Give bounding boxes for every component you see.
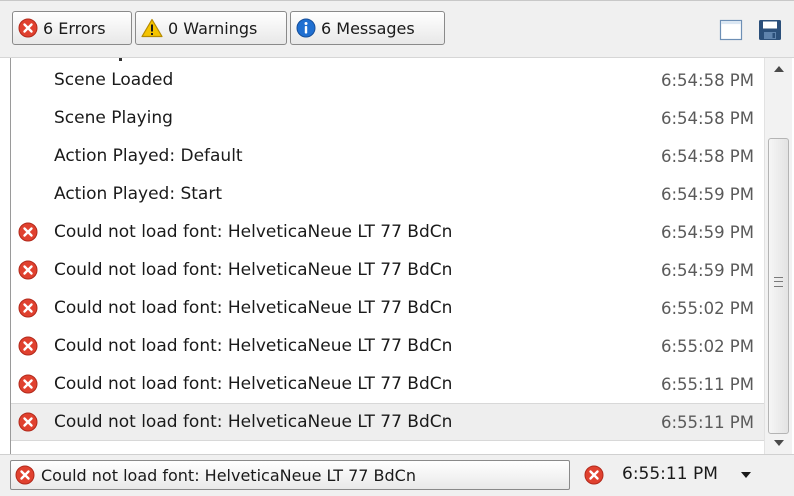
error-icon bbox=[18, 260, 38, 280]
messages-filter-label: 6 Messages bbox=[321, 18, 415, 38]
log-message-text: Could not load font: HelveticaNeue LT 77… bbox=[54, 260, 453, 280]
status-message-text: Could not load font: HelveticaNeue LT 77… bbox=[41, 465, 416, 485]
last-message-field[interactable]: Could not load font: HelveticaNeue LT 77… bbox=[10, 460, 570, 490]
log-row-error[interactable]: Could not load font: HelveticaNeue LT 77… bbox=[11, 327, 765, 365]
status-time: 6:55:11 PM bbox=[622, 464, 718, 484]
vertical-scrollbar[interactable] bbox=[764, 58, 792, 454]
error-icon bbox=[18, 222, 38, 242]
warning-icon bbox=[141, 18, 163, 38]
log-row-message[interactable]: Action Played: Start 6:54:59 PM bbox=[11, 175, 765, 213]
scroll-residue-mark bbox=[119, 58, 122, 61]
log-time-text: 6:54:59 PM bbox=[660, 184, 754, 204]
log-time-text: 6:54:59 PM bbox=[660, 222, 754, 242]
error-icon bbox=[18, 374, 38, 394]
arrow-up-icon bbox=[773, 66, 784, 72]
log-time-text: 6:54:58 PM bbox=[660, 70, 754, 90]
scroll-up-button[interactable] bbox=[765, 58, 792, 80]
log-row-error[interactable]: Could not load font: HelveticaNeue LT 77… bbox=[11, 251, 765, 289]
error-icon bbox=[584, 465, 604, 485]
arrow-down-icon bbox=[773, 440, 784, 446]
scroll-down-button[interactable] bbox=[765, 432, 792, 454]
save-icon[interactable] bbox=[758, 19, 782, 41]
log-message-text: Scene Playing bbox=[54, 108, 173, 128]
grip-icon bbox=[774, 277, 783, 287]
warnings-filter-label: 0 Warnings bbox=[168, 18, 258, 38]
status-bar: Could not load font: HelveticaNeue LT 77… bbox=[0, 454, 794, 496]
error-icon bbox=[15, 465, 35, 485]
log-console-window: 6 Errors 0 Warnings 6 Messages Scene Loa… bbox=[0, 0, 794, 496]
log-message-text: Scene Loaded bbox=[54, 70, 174, 90]
log-row-error[interactable]: Could not load font: HelveticaNeue LT 77… bbox=[11, 365, 765, 403]
errors-filter-button[interactable]: 6 Errors bbox=[12, 11, 132, 45]
log-time-text: 6:54:59 PM bbox=[660, 260, 754, 280]
log-row-message[interactable]: Scene Loaded 6:54:58 PM bbox=[11, 61, 765, 99]
log-row-error[interactable]: Could not load font: HelveticaNeue LT 77… bbox=[11, 403, 765, 441]
log-message-text: Could not load font: HelveticaNeue LT 77… bbox=[54, 222, 453, 242]
messages-filter-button[interactable]: 6 Messages bbox=[290, 11, 445, 45]
log-time-text: 6:55:11 PM bbox=[660, 412, 754, 432]
log-message-text: Could not load font: HelveticaNeue LT 77… bbox=[54, 374, 453, 394]
log-time-text: 6:55:02 PM bbox=[660, 298, 754, 318]
log-row-error[interactable]: Could not load font: HelveticaNeue LT 77… bbox=[11, 213, 765, 251]
clear-log-icon[interactable] bbox=[719, 19, 743, 41]
log-message-text: Could not load font: HelveticaNeue LT 77… bbox=[54, 412, 453, 432]
error-icon bbox=[18, 336, 38, 356]
log-time-text: 6:55:02 PM bbox=[660, 336, 754, 356]
error-icon bbox=[18, 298, 38, 318]
log-time-text: 6:55:11 PM bbox=[660, 374, 754, 394]
log-row-message[interactable]: Scene Playing 6:54:58 PM bbox=[11, 99, 765, 137]
errors-filter-label: 6 Errors bbox=[43, 18, 106, 38]
log-row-message[interactable]: Action Played: Default 6:54:58 PM bbox=[11, 137, 765, 175]
log-message-text: Could not load font: HelveticaNeue LT 77… bbox=[54, 298, 453, 318]
info-icon bbox=[296, 18, 316, 38]
error-icon bbox=[18, 412, 38, 432]
error-icon bbox=[18, 18, 38, 38]
warnings-filter-button[interactable]: 0 Warnings bbox=[135, 11, 287, 45]
log-message-text: Could not load font: HelveticaNeue LT 77… bbox=[54, 336, 453, 356]
chevron-down-icon[interactable] bbox=[736, 467, 756, 483]
scroll-thumb[interactable] bbox=[768, 138, 789, 434]
log-list: Scene Loaded 6:54:58 PM Scene Playing 6:54:… bbox=[10, 58, 765, 454]
log-time-text: 6:54:58 PM bbox=[660, 108, 754, 128]
log-row-error[interactable]: Could not load font: HelveticaNeue LT 77… bbox=[11, 289, 765, 327]
log-message-text: Action Played: Default bbox=[54, 146, 243, 166]
log-message-text: Action Played: Start bbox=[54, 184, 223, 204]
log-time-text: 6:54:58 PM bbox=[660, 146, 754, 166]
filter-toolbar: 6 Errors 0 Warnings 6 Messages bbox=[0, 0, 794, 58]
